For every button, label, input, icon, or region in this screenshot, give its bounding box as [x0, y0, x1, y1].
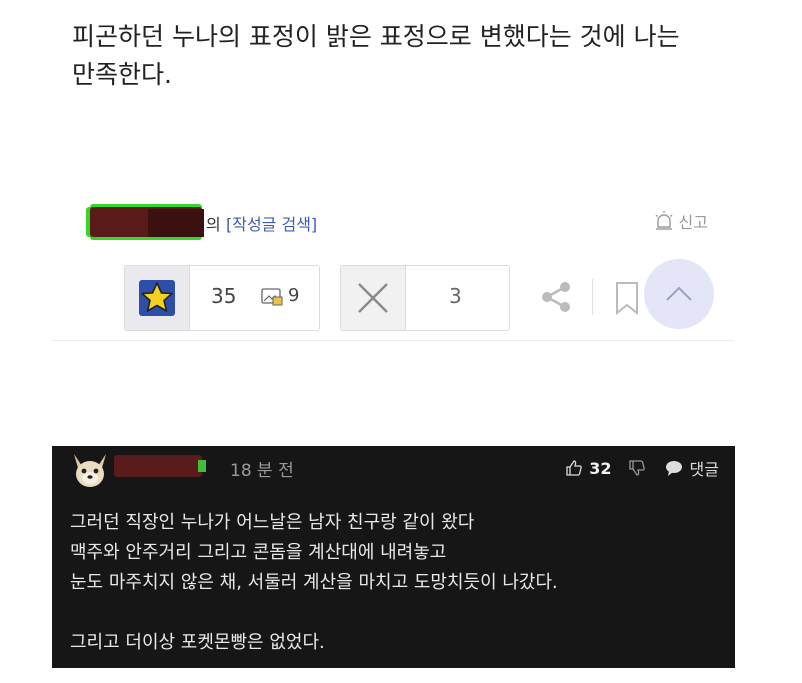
- scroll-top-button[interactable]: [644, 259, 714, 329]
- comment-line: 맥주와 안주거리 그리고 콘돔을 계산대에 내려놓고: [70, 542, 447, 563]
- section-divider: [52, 340, 734, 341]
- star-icon: [139, 280, 175, 316]
- comment-body: 그러던 직장인 누나가 어느날은 남자 친구랑 같이 왔다 맥주와 안주거리 그…: [70, 508, 720, 658]
- recommend-button[interactable]: [125, 266, 190, 330]
- not-recommend-button[interactable]: [341, 266, 406, 330]
- image-count: 9: [288, 285, 300, 306]
- speech-bubble-icon: [665, 461, 682, 476]
- comment-like-count: 32: [589, 458, 612, 478]
- author-row: 의 [작성글 검색] 신고: [88, 203, 728, 243]
- recommend-count: 35: [211, 284, 237, 308]
- reply-label[interactable]: 댓글: [690, 456, 719, 480]
- comment: 18 분 전 32 댓글 그러던 직장인 누나가 어느날은 남자 친구랑 같이 …: [52, 446, 735, 668]
- commenter-name-redacted: [114, 455, 202, 477]
- post-body-line: 만족한다.: [72, 60, 172, 89]
- comment-time: 18 분 전: [230, 461, 294, 481]
- post-actions: 35 9 3: [124, 259, 724, 331]
- siren-icon: [655, 211, 673, 230]
- recommend-box: 35 9: [124, 265, 320, 331]
- not-recommend-box: 3: [340, 265, 510, 331]
- thumbs-up-icon[interactable]: [565, 459, 583, 477]
- comment-gap: [70, 598, 720, 628]
- post-body: 피곤하던 누나의 표정이 밝은 표정으로 변했다는 것에 나는 만족한다.: [72, 18, 732, 94]
- commenter-badge: [198, 460, 206, 472]
- comment-line: 그리고 더이상 포켓몬빵은 없었다.: [70, 632, 325, 653]
- author-name-redacted-overlay: [148, 209, 204, 237]
- bookmark-icon[interactable]: [614, 281, 640, 315]
- divider: [592, 279, 593, 315]
- share-icon[interactable]: [538, 279, 574, 315]
- comment-line: 그러던 직장인 누나가 어느날은 남자 친구랑 같이 왔다: [70, 512, 475, 533]
- report-button[interactable]: 신고: [653, 209, 708, 233]
- avatar: [74, 454, 106, 487]
- not-recommend-count: 3: [449, 284, 462, 308]
- comment-line: 눈도 마주치지 않은 채, 서둘러 계산을 마치고 도망치듯이 나갔다.: [70, 572, 558, 593]
- thumbs-down-icon[interactable]: [628, 459, 646, 477]
- comment-meta: 32 댓글: [565, 456, 719, 480]
- search-posts-link[interactable]: [작성글 검색]: [226, 211, 317, 235]
- post-body-line: 피곤하던 누나의 표정이 밝은 표정으로 변했다는 것에 나는: [72, 22, 680, 51]
- report-label: 신고: [678, 213, 708, 232]
- x-icon: [358, 283, 388, 313]
- author-suffix: 의: [206, 215, 221, 234]
- image-icon: [261, 288, 283, 306]
- chevron-up-icon: [666, 286, 692, 301]
